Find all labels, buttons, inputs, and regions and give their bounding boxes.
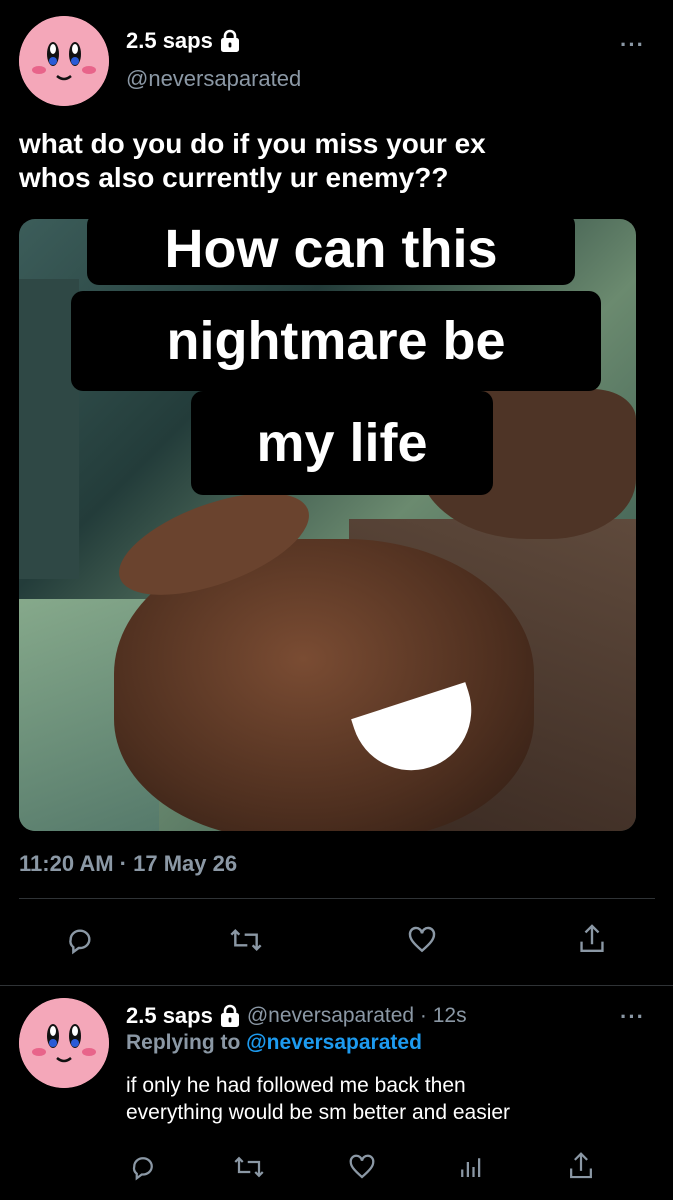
reply-text-line: if only he had followed me back then — [126, 1074, 466, 1097]
media-caption-line: How can this — [87, 219, 575, 285]
tweet-media-image[interactable]: How can this nightmare be my life — [19, 219, 636, 831]
divider — [19, 898, 655, 899]
reply-text: if only he had followed me back then eve… — [126, 1072, 510, 1126]
replying-to-row: Replying to @neversaparated — [126, 1031, 422, 1055]
reply-author-row: 2.5 saps @neversaparated · 12s — [126, 1003, 467, 1029]
reply-text-line: everything would be sm better and easier — [126, 1101, 511, 1124]
lock-icon — [220, 1004, 239, 1027]
divider — [0, 985, 673, 986]
retweet-icon[interactable] — [232, 1152, 266, 1187]
more-options-icon[interactable]: ··· — [620, 32, 645, 58]
tweet-timestamp[interactable]: 11:20 AM · 17 May 26 — [19, 851, 237, 877]
reply-author-handle-time[interactable]: @neversaparated · 12s — [247, 1004, 467, 1028]
author-handle[interactable]: @neversaparated — [126, 66, 301, 92]
analytics-icon[interactable] — [456, 1152, 486, 1187]
author-avatar[interactable] — [19, 16, 109, 106]
share-icon[interactable] — [576, 922, 608, 961]
author-name-row: 2.5 saps — [126, 28, 241, 54]
reply-author-name[interactable]: 2.5 saps — [126, 1003, 213, 1029]
media-caption-line: my life — [191, 391, 493, 495]
reply-icon[interactable] — [128, 1152, 158, 1187]
reply-author-avatar[interactable] — [19, 998, 109, 1088]
reply-more-options-icon[interactable]: ··· — [620, 1004, 645, 1030]
media-caption-line: nightmare be — [71, 291, 601, 391]
replying-to-prefix: Replying to — [126, 1031, 247, 1054]
author-name[interactable]: 2.5 saps — [126, 28, 213, 54]
kirby-avatar-icon — [19, 998, 109, 1088]
tweet-text: what do you do if you miss your ex whos … — [19, 127, 486, 195]
lock-icon — [220, 29, 239, 52]
share-icon[interactable] — [566, 1150, 596, 1187]
replying-to-link[interactable]: @neversaparated — [246, 1031, 422, 1054]
like-icon[interactable] — [346, 1152, 378, 1187]
kirby-avatar-icon — [19, 16, 109, 106]
tweet-text-line: whos also currently ur enemy?? — [19, 162, 449, 193]
like-icon[interactable] — [405, 924, 439, 961]
tweet-text-line: what do you do if you miss your ex — [19, 128, 486, 159]
retweet-icon[interactable] — [228, 924, 264, 961]
reply-icon[interactable] — [64, 924, 96, 961]
